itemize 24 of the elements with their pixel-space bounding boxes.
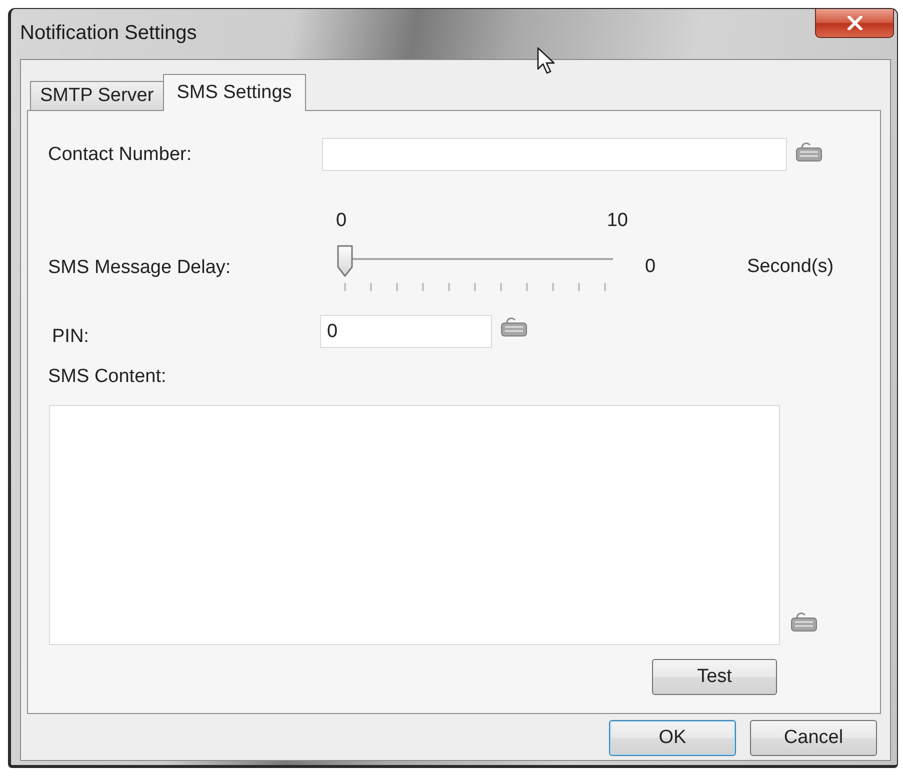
sms-content-field[interactable] [49, 405, 780, 645]
close-icon [846, 16, 862, 30]
pin-field[interactable]: 0 [320, 315, 492, 348]
close-button[interactable] [815, 9, 894, 38]
slider-thumb[interactable] [336, 245, 354, 277]
message-delay-label: SMS Message Delay: [48, 256, 232, 278]
keyboard-icon[interactable] [795, 140, 823, 162]
contact-number-field[interactable] [322, 138, 787, 171]
contact-number-label: Contact Number: [48, 144, 193, 166]
keyboard-icon[interactable] [790, 610, 818, 632]
pin-label: PIN: [51, 326, 90, 348]
slider-min-label: 0 [336, 211, 347, 231]
dialog-button[interactable]: Cancel [750, 720, 877, 756]
mouse-cursor-icon [537, 47, 556, 75]
tab[interactable]: SMTP Server [30, 81, 164, 110]
slider-max-label: 10 [606, 211, 628, 231]
delay-value: 0 [645, 254, 657, 278]
test-button[interactable]: Test [652, 659, 777, 695]
dialog-button[interactable]: OK [609, 720, 736, 756]
tab[interactable]: SMS Settings [162, 74, 306, 111]
window-title: Notification Settings [20, 22, 197, 45]
keyboard-icon[interactable] [500, 315, 528, 337]
delay-unit-label: Second(s) [746, 254, 835, 278]
sms-content-label: SMS Content: [48, 366, 166, 388]
